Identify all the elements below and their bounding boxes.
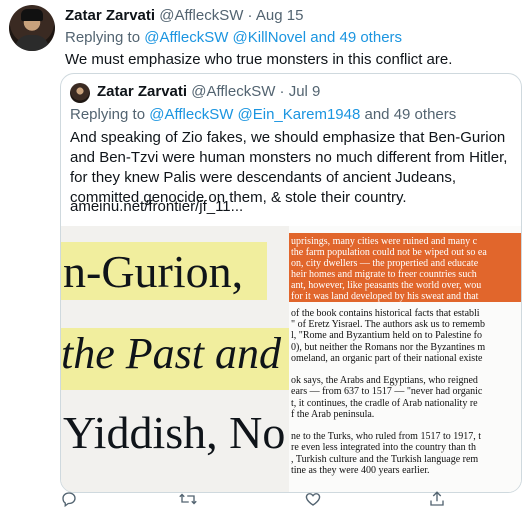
quoted-avatar	[70, 83, 90, 103]
quoted-link[interactable]: ameinu.net/frontier/jf_11...	[70, 198, 243, 215]
quoted-replying-and: and	[364, 106, 390, 123]
scan-text-line: ears — from 637 to 1517 — "never had org…	[291, 386, 483, 398]
quoted-text: And speaking of Zio fakes, we should emp…	[70, 129, 508, 206]
scan-text-line: for it was land developed by his sweat a…	[291, 291, 479, 302]
quoted-replying-others: 49 others	[393, 106, 457, 123]
scan-text-line: omeland, an organic part of their nation…	[291, 352, 483, 364]
orange-highlight-block: uprisings, many cities were ruined and m…	[289, 233, 521, 302]
replying-others[interactable]: 49 others	[339, 29, 402, 46]
retweet-button[interactable]	[178, 490, 198, 513]
quoted-author-handle: @AffleckSW	[191, 83, 276, 100]
scan-text-line: of the book contains historical facts th…	[291, 308, 480, 319]
scan-text-line: on, city dwellers — the propertied and e…	[291, 258, 479, 269]
scan-text-line: l, "Rome and Byzantium held on to Palest…	[291, 330, 482, 342]
author-name[interactable]: Zatar Zarvati	[65, 7, 155, 24]
author-handle[interactable]: @AffleckSW	[159, 7, 243, 24]
tweet-header: Zatar Zarvati @AffleckSW · Aug 15	[65, 7, 303, 24]
scan-big-text: the Past and	[61, 329, 281, 378]
quoted-media-image[interactable]: n-Gurion, the Past and Yiddish, No upris…	[61, 226, 521, 492]
quoted-replying-prefix: Replying to	[70, 106, 146, 123]
scan-text-line: tine as they were 400 years earlier.	[291, 464, 430, 476]
quoted-author-name: Zatar Zarvati	[97, 83, 188, 100]
tweet-date[interactable]: Aug 15	[256, 7, 304, 24]
scan-big-text: Yiddish, No	[63, 407, 286, 458]
scan-text-line: t, it continues, the cradle of Arab nati…	[291, 397, 478, 409]
scan-text-line: ne to the Turks, who ruled from 1517 to …	[291, 431, 481, 443]
scan-right-panel: uprisings, many cities were ruined and m…	[289, 226, 521, 492]
scan-text-line: the farm population could not be wiped o…	[291, 247, 487, 258]
reply-button[interactable]	[60, 490, 78, 513]
tweet-text: We must emphasize who true monsters in t…	[65, 51, 453, 68]
quoted-replying-to: Replying to @AffleckSW @Ein_Karem1948 an…	[70, 106, 456, 123]
reply-icon	[62, 492, 76, 508]
replying-and: and	[310, 29, 336, 46]
scan-text-line: , Turkish culture and the Turkish langua…	[291, 453, 479, 465]
scan-text-line: ant, however, like peasants the world ov…	[291, 280, 482, 291]
scan-text-line: ok says, the Arabs and Egyptians, who re…	[291, 375, 478, 387]
heart-icon	[305, 493, 321, 506]
quoted-separator: ·	[279, 83, 285, 100]
quoted-tweet[interactable]: Zatar Zarvati @AffleckSW · Jul 9 Replyin…	[60, 73, 522, 493]
quoted-replying-users: @AffleckSW @Ein_Karem1948	[149, 106, 361, 123]
scan-text-line: f the Arab peninsula.	[291, 408, 375, 420]
scan-text-line: " of Eretz Yisrael. The authors ask us t…	[291, 319, 486, 331]
scan-text-line: heir homes and migrate to freer countrie…	[291, 269, 477, 280]
share-button[interactable]	[428, 490, 446, 513]
scan-text-line: re even less integrated into the country…	[291, 442, 476, 454]
replying-prefix: Replying to	[65, 29, 141, 46]
quoted-date: Jul 9	[288, 83, 321, 100]
share-icon	[430, 491, 444, 506]
like-button[interactable]	[304, 490, 322, 513]
replying-to: Replying to @AffleckSW @KillNovel and 49…	[65, 29, 402, 46]
quoted-header: Zatar Zarvati @AffleckSW · Jul 9	[97, 83, 320, 100]
retweet-icon	[179, 493, 197, 505]
scan-left-panel: n-Gurion, the Past and Yiddish, No	[61, 226, 289, 492]
avatar[interactable]	[9, 5, 55, 51]
replying-users[interactable]: @AffleckSW @KillNovel	[144, 29, 306, 46]
separator: ·	[247, 7, 253, 24]
scan-text-line: 0), but neither the Romans nor the Byzan…	[291, 341, 486, 353]
scan-big-text: n-Gurion,	[63, 246, 244, 297]
scan-text-line: uprisings, many cities were ruined and m…	[291, 236, 478, 247]
